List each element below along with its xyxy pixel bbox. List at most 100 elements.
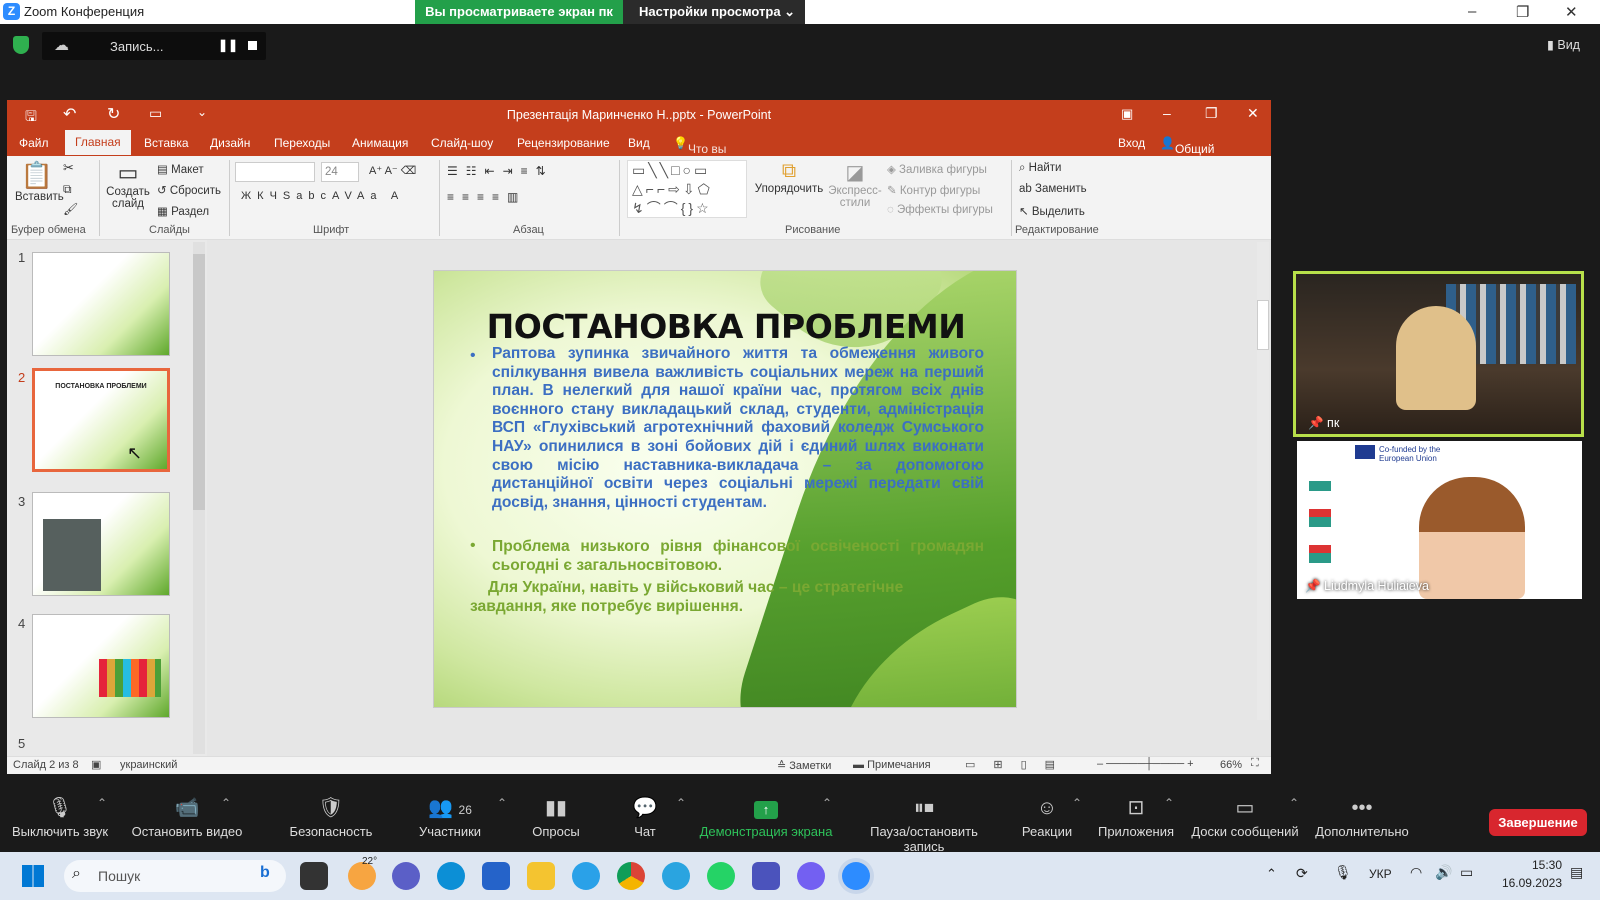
- font-grow-icon[interactable]: A⁺ A⁻ ⌫: [369, 164, 416, 177]
- cut-icon[interactable]: ✂: [63, 160, 74, 176]
- tab-view[interactable]: Вид: [628, 136, 650, 150]
- select-button[interactable]: ↖ Выделить: [1019, 204, 1085, 218]
- video-tile-self[interactable]: 📌 пк: [1293, 271, 1584, 437]
- spellcheck-icon[interactable]: ▣: [91, 758, 101, 771]
- security-button[interactable]: 🛡 Безопасность: [286, 792, 376, 839]
- chevron-up-icon[interactable]: ⌃: [97, 796, 107, 810]
- notes-button[interactable]: ≙ Заметки: [777, 759, 831, 772]
- weather-icon[interactable]: 22°: [348, 856, 377, 890]
- font-name-field[interactable]: [235, 162, 315, 182]
- font-format-icons[interactable]: ЖКЧSabcAVAa A: [241, 190, 404, 202]
- font-size-field[interactable]: 24: [321, 162, 359, 182]
- ppt-close-icon[interactable]: ✕: [1247, 105, 1259, 122]
- thumbnails-scrollbar[interactable]: [193, 242, 205, 754]
- volume-icon[interactable]: 🔊: [1435, 864, 1452, 881]
- shape-effects-button[interactable]: ◌ Эффекты фигуры: [887, 204, 993, 216]
- taskbar-search[interactable]: ⌕ Пошук b: [64, 860, 286, 892]
- copy-icon[interactable]: ⧉: [63, 182, 72, 197]
- chevron-up-icon[interactable]: ⌃: [822, 796, 832, 810]
- store-icon[interactable]: [482, 862, 510, 890]
- shape-fill-button[interactable]: ◈ Заливка фигуры: [887, 162, 987, 176]
- telegram-icon[interactable]: [662, 862, 690, 890]
- tab-design[interactable]: Дизайн: [210, 136, 250, 150]
- share-screen-button[interactable]: ↑ Демонстрация экрана: [698, 792, 834, 839]
- slide-thumbnail-4[interactable]: [32, 614, 170, 718]
- fit-to-window-icon[interactable]: ⛶: [1251, 757, 1259, 770]
- tab-transitions[interactable]: Переходы: [274, 136, 330, 150]
- editor-scroll-thumb[interactable]: [1257, 300, 1269, 350]
- list-icons[interactable]: ☰☷⇤⇥≡⇅: [447, 164, 554, 178]
- share-button[interactable]: 👤 Общий доступ: [1160, 136, 1214, 170]
- paste-button[interactable]: 📋 Вставить: [15, 160, 64, 203]
- chevron-up-icon[interactable]: ⌃: [221, 796, 231, 810]
- find-button[interactable]: ⌕ Найти: [1019, 162, 1061, 175]
- stop-video-button[interactable]: 📹 Остановить видео: [122, 792, 252, 839]
- view-options-button[interactable]: Настройки просмотра ⌄: [623, 0, 805, 24]
- viber-icon[interactable]: [797, 862, 825, 890]
- sign-in-link[interactable]: Вход: [1118, 136, 1145, 150]
- sync-icon[interactable]: ⟳: [1296, 865, 1308, 882]
- slide-thumbnail-3[interactable]: [32, 492, 170, 596]
- reset-button[interactable]: ↺ Сбросить: [157, 183, 221, 197]
- tray-chevron-icon[interactable]: ⌃: [1266, 866, 1277, 882]
- pause-icon[interactable]: ❚❚: [218, 38, 238, 52]
- ppt-restore-icon[interactable]: ❐: [1205, 105, 1218, 122]
- end-meeting-button[interactable]: Завершение: [1489, 809, 1587, 836]
- windows-start-icon[interactable]: [22, 865, 44, 887]
- shield-icon[interactable]: [13, 36, 29, 54]
- whatsapp-icon[interactable]: [707, 862, 735, 890]
- view-button[interactable]: ▮ Вид: [1547, 37, 1580, 52]
- chat-button[interactable]: 💬 Чат: [622, 792, 668, 839]
- format-painter-icon[interactable]: 🖌: [63, 202, 78, 216]
- tab-slideshow[interactable]: Слайд-шоу: [431, 136, 493, 150]
- chevron-up-icon[interactable]: ⌃: [676, 796, 686, 810]
- ppt-minimize-icon[interactable]: –: [1163, 105, 1171, 121]
- tab-insert[interactable]: Вставка: [144, 136, 189, 150]
- battery-icon[interactable]: ▭: [1460, 864, 1473, 881]
- ribbon-display-icon[interactable]: ▣: [1121, 106, 1133, 122]
- chevron-up-icon[interactable]: ⌃: [497, 796, 507, 810]
- file-explorer-icon[interactable]: [527, 862, 555, 890]
- clock-time[interactable]: 15:30: [1508, 858, 1562, 872]
- zoom-slider[interactable]: – ─────┼──── +: [1097, 758, 1194, 770]
- chevron-up-icon[interactable]: ⌃: [1289, 796, 1299, 810]
- task-view-icon[interactable]: [300, 862, 328, 890]
- language-label[interactable]: украинский: [120, 759, 177, 771]
- wifi-icon[interactable]: ◠: [1410, 864, 1422, 881]
- more-button[interactable]: ••• Дополнительно: [1314, 792, 1410, 839]
- scroll-thumb[interactable]: [193, 254, 205, 510]
- chevron-up-icon[interactable]: ⌃: [1072, 796, 1082, 810]
- editor-scrollbar[interactable]: [1257, 242, 1269, 720]
- input-language[interactable]: УКР: [1369, 867, 1392, 881]
- new-slide-button[interactable]: ▭ Создать слайд: [105, 160, 151, 210]
- replace-button[interactable]: ab Заменить: [1019, 183, 1087, 195]
- zoom-taskbar-icon[interactable]: [842, 862, 870, 890]
- notification-icon[interactable]: ▤: [1570, 864, 1583, 881]
- chevron-up-icon[interactable]: ⌃: [1164, 796, 1174, 810]
- section-button[interactable]: ▦ Раздел: [157, 204, 209, 218]
- slide-thumbnail-1[interactable]: [32, 252, 170, 356]
- view-mode-icons[interactable]: ▭⊞▯▤: [965, 758, 1073, 771]
- chrome-icon[interactable]: [617, 862, 645, 890]
- tab-review[interactable]: Рецензирование: [517, 136, 610, 150]
- participants-button[interactable]: 👥 26 Участники: [410, 792, 490, 839]
- quick-styles-button[interactable]: ◪ Экспресс-стили: [827, 160, 883, 209]
- pause-recording-button[interactable]: ⏸⏹ Пауза/остановить запись: [848, 792, 1000, 854]
- shape-outline-button[interactable]: ✎ Контур фигуры: [887, 183, 980, 197]
- comments-button[interactable]: ▬ Примечания: [853, 759, 931, 771]
- slide-thumbnail-2[interactable]: ПОСТАНОВКА ПРОБЛЕМИ: [32, 368, 170, 472]
- restore-icon[interactable]: ❐: [1516, 3, 1529, 21]
- polls-button[interactable]: ▮▮ Опросы: [526, 792, 586, 839]
- meet-icon[interactable]: [392, 862, 420, 890]
- microphone-tray-icon[interactable]: 🎙: [1334, 864, 1352, 881]
- tab-animations[interactable]: Анимация: [352, 136, 408, 150]
- minimize-icon[interactable]: –: [1468, 3, 1476, 20]
- zoom-percent[interactable]: 66%: [1220, 759, 1242, 771]
- reactions-button[interactable]: ☺ Реакции: [1020, 792, 1074, 839]
- teams-icon[interactable]: [752, 862, 780, 890]
- clock-date[interactable]: 16.09.2023: [1492, 876, 1562, 890]
- arrange-button[interactable]: ⧉ Упорядочить: [753, 160, 825, 195]
- tell-me-search[interactable]: 💡 Что вы хотите сделать?: [673, 136, 739, 184]
- tab-file[interactable]: Файл: [19, 136, 49, 150]
- video-tile-participant[interactable]: Co-funded by the European Union 📌 Liudmy…: [1297, 441, 1582, 599]
